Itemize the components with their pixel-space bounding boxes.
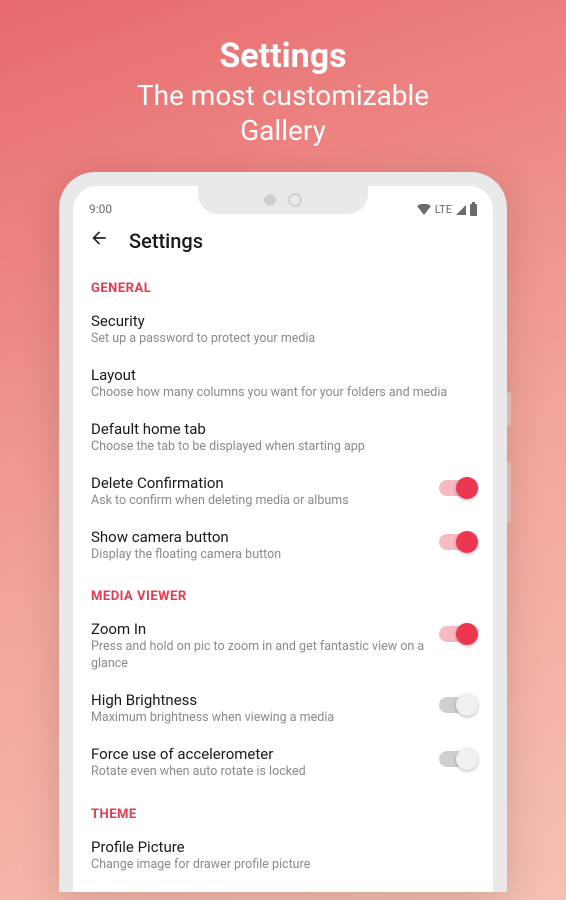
signal-icon [456,205,466,215]
setting-zoom-in[interactable]: Zoom In Press and hold on pic to zoom in… [91,612,475,683]
page-title: Settings [129,229,203,253]
setting-subtitle: Choose how many columns you want for you… [91,385,475,402]
setting-camera-button[interactable]: Show camera button Display the floating … [91,520,475,574]
setting-subtitle: Set up a password to protect your media [91,331,475,348]
setting-home-tab[interactable]: Default home tab Choose the tab to be di… [91,412,475,466]
toggle-zoom-in[interactable] [439,626,475,642]
phone-screen: 9:00 LTE Settings GENERAL Secu [73,186,493,892]
battery-icon [470,204,477,216]
setting-title: Default home tab [91,420,475,438]
toggle-accelerometer[interactable] [439,751,475,767]
promo-background: Settings The most customizable Gallery 9… [0,0,566,900]
toggle-high-brightness[interactable] [439,697,475,713]
setting-subtitle: Choose the tab to be displayed when star… [91,439,475,456]
phone-notch [198,186,368,214]
status-icons: LTE [417,203,477,216]
speaker-icon [264,194,276,206]
setting-title: Delete Confirmation [91,474,429,492]
setting-high-brightness[interactable]: High Brightness Maximum brightness when … [91,683,475,737]
hero-text: Settings The most customizable Gallery [137,0,429,148]
setting-title: Show camera button [91,528,429,546]
wifi-icon [417,204,431,215]
phone-frame: 9:00 LTE Settings GENERAL Secu [59,172,507,892]
hero-title: Settings [137,36,429,76]
setting-title: Security [91,312,475,330]
setting-delete-confirmation[interactable]: Delete Confirmation Ask to confirm when … [91,466,475,520]
setting-subtitle: Maximum brightness when viewing a media [91,710,429,727]
back-icon[interactable] [89,228,109,253]
section-header-media-viewer: MEDIA VIEWER [91,589,475,604]
status-time: 9:00 [89,202,112,216]
toggle-delete-confirmation[interactable] [439,480,475,496]
phone-side-button [507,392,511,426]
setting-profile-picture[interactable]: Profile Picture Change image for drawer … [91,830,475,884]
setting-subtitle: Ask to confirm when deleting media or al… [91,493,429,510]
setting-title: Force use of accelerometer [91,745,429,763]
camera-icon [288,193,302,207]
setting-subtitle: Display the floating camera button [91,547,429,564]
setting-title: Profile Picture [91,838,475,856]
setting-title: Layout [91,366,475,384]
setting-subtitle: Press and hold on pic to zoom in and get… [91,639,429,673]
section-header-general: GENERAL [91,281,475,296]
app-bar: Settings [73,218,493,259]
settings-list[interactable]: GENERAL Security Set up a password to pr… [73,259,493,884]
setting-layout[interactable]: Layout Choose how many columns you want … [91,358,475,412]
setting-security[interactable]: Security Set up a password to protect yo… [91,304,475,358]
hero-subtitle: The most customizable Gallery [137,78,429,148]
setting-title: High Brightness [91,691,429,709]
setting-title: Zoom In [91,620,429,638]
setting-subtitle: Rotate even when auto rotate is locked [91,764,429,781]
toggle-camera-button[interactable] [439,534,475,550]
setting-accelerometer[interactable]: Force use of accelerometer Rotate even w… [91,737,475,791]
setting-subtitle: Change image for drawer profile picture [91,857,475,874]
section-header-theme: THEME [91,807,475,822]
network-label: LTE [435,203,452,216]
phone-side-button [507,462,511,522]
